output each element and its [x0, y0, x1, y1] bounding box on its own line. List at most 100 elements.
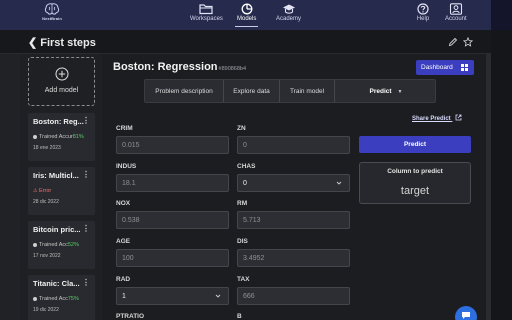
chat-bubble-icon [462, 312, 470, 319]
column-to-predict-panel: Column to predict target [359, 162, 471, 204]
status-dot-icon [33, 134, 37, 139]
field-label-chas: CHAS [237, 163, 256, 170]
share-predict-link[interactable]: Share Predict [412, 114, 462, 122]
back-link-label: First steps [40, 37, 96, 49]
error-icon: ⚠ [33, 188, 38, 194]
top-navbar: NextBrain Workspaces Models Academy Help [0, 0, 512, 30]
accuracy-value: 81% [72, 134, 84, 140]
more-options-icon[interactable]: ⋮ [82, 117, 90, 125]
status-dot-icon [33, 296, 37, 301]
accuracy-label: Acc [58, 296, 68, 302]
chart-pie-icon [241, 3, 253, 15]
more-options-icon[interactable]: ⋮ [82, 279, 90, 287]
model-card-title: Titanic: Cla... [33, 279, 80, 288]
page-title: Boston: Regression#890868b4 [113, 61, 246, 73]
nav-workspaces[interactable]: Workspaces [190, 3, 223, 22]
tab-predict[interactable]: Predict ▼ [334, 80, 437, 102]
nav-models[interactable]: Models [234, 3, 259, 27]
pencil-icon[interactable] [448, 37, 458, 47]
accuracy-value: 75% [67, 296, 79, 302]
back-link[interactable]: ❮ First steps [28, 36, 96, 49]
field-select-rad[interactable]: 1 [116, 287, 229, 305]
model-card-date: 17 nov 2022 [33, 253, 61, 259]
field-label-tax: TAX [237, 276, 250, 283]
model-card-title: Boston: Reg... [33, 117, 84, 126]
model-card-title: Iris: Multicl... [33, 171, 79, 180]
accuracy-label: Accur [58, 134, 73, 140]
model-tabs: Problem description Explore data Train m… [144, 79, 436, 103]
field-input-crim[interactable]: 0.015 [116, 136, 229, 154]
tab-predict-label: Predict [369, 88, 392, 95]
grid-icon [461, 64, 468, 71]
field-input-indus[interactable]: 18.1 [116, 174, 229, 192]
status-text: Error [39, 188, 52, 194]
caret-down-icon: ▼ [397, 89, 403, 95]
brain-logo-icon [44, 3, 60, 15]
nav-academy[interactable]: Academy [276, 3, 301, 22]
add-model-button[interactable]: Add model [28, 57, 95, 106]
left-rail [0, 54, 20, 320]
brand-name: NextBrain [42, 16, 62, 21]
model-card-iris[interactable]: Iris: Multicl... ⋮ ⚠ Error 28 dic 2022 [28, 167, 95, 215]
field-label-zn: ZN [237, 125, 246, 132]
nav-help[interactable]: Help [416, 3, 430, 22]
model-card-status: Trained Acc75% [33, 296, 91, 302]
help-icon [417, 3, 429, 15]
field-input-rm[interactable]: 5.713 [237, 211, 350, 229]
column-to-predict-value: target [400, 185, 430, 197]
field-label-rad: RAD [116, 276, 131, 283]
more-options-icon[interactable]: ⋮ [82, 225, 90, 233]
nav-overflow [491, 0, 512, 30]
tab-train-model[interactable]: Train model [279, 80, 334, 102]
nav-models-label: Models [237, 16, 257, 22]
field-select-value: 0 [243, 180, 247, 187]
field-input-zn[interactable]: 0 [237, 136, 350, 154]
external-link-icon [455, 114, 462, 121]
star-icon[interactable] [463, 37, 473, 47]
nav-account[interactable]: Account [445, 3, 467, 22]
nav-academy-label: Academy [276, 16, 302, 22]
nav-help-label: Help [416, 16, 430, 22]
model-card-date: 19 dic 2022 [33, 307, 59, 313]
field-select-value: 1 [122, 293, 126, 300]
field-label-age: AGE [116, 238, 131, 245]
status-text: Trained [39, 242, 58, 248]
dashboard-label: Dashboard [421, 64, 453, 71]
field-label-ptratio: PTRATIO [116, 313, 145, 320]
field-input-dis[interactable]: 3.4952 [237, 249, 350, 267]
field-input-nox[interactable]: 0.538 [116, 211, 229, 229]
field-label-rm: RM [237, 200, 248, 207]
field-label-crim: CRIM [116, 125, 133, 132]
model-card-bitcoin[interactable]: Bitcoin pric... ⋮ Trained Acc52% 17 nov … [28, 221, 95, 269]
field-label-dis: DIS [237, 238, 248, 245]
predict-button[interactable]: Predict [359, 136, 471, 153]
status-dot-icon [33, 242, 37, 247]
accuracy-label: Acc [58, 242, 68, 248]
model-card-boston[interactable]: Boston: Reg... ⋮ Trained Accur81% 18 ene… [28, 113, 95, 161]
field-select-chas[interactable]: 0 [237, 174, 350, 192]
more-options-icon[interactable]: ⋮ [82, 171, 90, 179]
status-text: Trained [39, 296, 58, 302]
share-predict-label: Share Predict [412, 116, 451, 122]
add-model-label: Add model [44, 87, 79, 94]
dashboard-button[interactable]: Dashboard [416, 60, 474, 75]
brand-logo[interactable]: NextBrain [40, 3, 64, 21]
accuracy-value: 52% [67, 242, 79, 248]
chevron-down-icon [336, 181, 342, 185]
model-card-titanic[interactable]: Titanic: Cla... ⋮ Trained Acc75% 19 dic … [28, 275, 95, 320]
field-input-tax[interactable]: 666 [237, 287, 350, 305]
field-label-nox: NOX [116, 200, 131, 207]
plus-circle-icon [55, 67, 68, 81]
column-to-predict-title: Column to predict [387, 168, 443, 175]
page-header: ❮ First steps [0, 30, 512, 54]
outer-margin [491, 30, 512, 320]
model-title: Boston: Regression [113, 61, 218, 73]
model-card-title: Bitcoin pric... [33, 225, 81, 234]
model-card-date: 18 ene 2023 [33, 145, 61, 151]
account-icon [449, 3, 462, 15]
model-card-date: 28 dic 2022 [33, 199, 59, 205]
tab-problem-description[interactable]: Problem description [145, 80, 223, 102]
tab-explore-data[interactable]: Explore data [223, 80, 279, 102]
folder-icon [199, 4, 214, 15]
field-input-age[interactable]: 100 [116, 249, 229, 267]
